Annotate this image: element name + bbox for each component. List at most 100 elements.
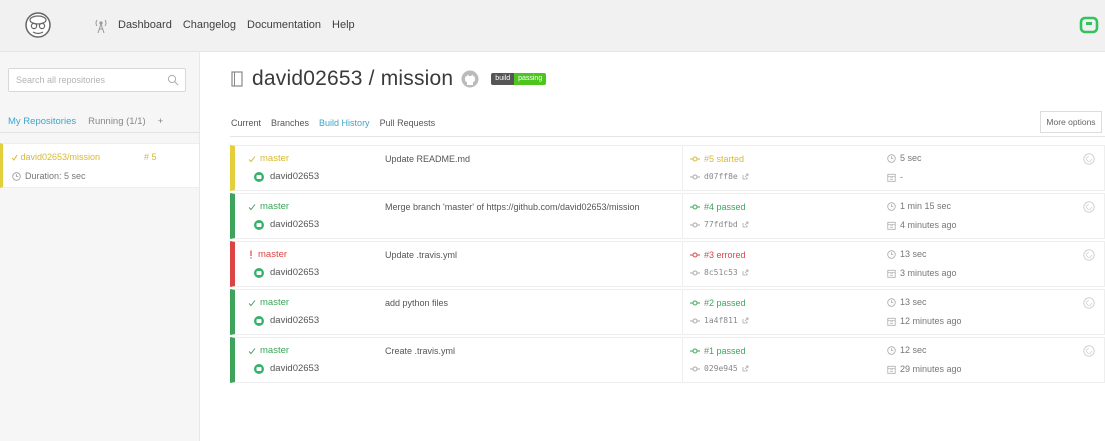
build-commit-message: Create .travis.yml [385,346,456,356]
tab-running[interactable]: Running (1/1) [88,116,146,127]
sidebar-repo-item[interactable]: david02653/mission # 5 Duration: 5 sec [0,143,199,188]
build-time-text: 29 minutes ago [900,364,962,374]
build-status[interactable]: #3 errored [690,250,746,260]
calendar-icon [887,269,896,278]
build-row[interactable]: master david02653 Create .travis.yml #1 … [230,337,1105,383]
build-commit[interactable]: d07ff8e [690,172,749,181]
sidebar-duration-text: Duration: 5 sec [25,171,86,181]
badge-label: build [491,73,515,85]
nav-documentation[interactable]: Documentation [247,19,321,31]
build-author: david02653 [254,171,319,182]
build-commit-sha: 8c51c53 [704,268,738,277]
commit-icon [690,300,700,306]
build-row[interactable]: master david02653 Update .travis.yml #3 … [230,241,1105,287]
nav-changelog[interactable]: Changelog [183,19,236,31]
avatar-icon [254,219,264,230]
restart-icon[interactable] [1083,345,1095,357]
clock-icon [12,171,21,181]
build-branch[interactable]: master [248,201,289,212]
tab-add-repository[interactable]: + [158,116,164,127]
external-link-icon[interactable] [742,317,749,324]
search-icon[interactable] [167,74,179,86]
search-input[interactable] [9,69,159,91]
sidebar-tabs: My Repositories Running (1/1) + [8,116,163,127]
calendar-icon [887,365,896,374]
build-status[interactable]: #4 passed [690,202,746,212]
main-nav: Dashboard Changelog Documentation Help [118,19,355,31]
commit-icon [690,252,700,258]
build-branch[interactable]: master [248,345,289,356]
external-link-icon[interactable] [742,269,749,276]
build-finished-time: 29 minutes ago [887,364,962,374]
build-branch-name: master [260,201,290,212]
github-icon[interactable] [461,70,479,88]
build-author-name: david02653 [270,171,320,182]
tab-pull-requests[interactable]: Pull Requests [380,118,436,128]
external-link-icon[interactable] [742,221,749,228]
build-duration-text: 13 sec [900,249,927,259]
build-commit[interactable]: 8c51c53 [690,268,749,277]
external-link-icon[interactable] [742,365,749,372]
travis-mascot-logo-icon[interactable] [24,11,52,39]
sidebar-repo-name[interactable]: david02653/mission [11,152,100,162]
commit-icon [690,174,700,179]
build-divider [682,290,683,334]
build-branch[interactable]: master [248,153,289,164]
build-status-badge[interactable]: build passing [491,73,547,85]
build-commit-sha: 1a4f811 [704,316,738,325]
avatar-icon [254,171,264,182]
sidebar-repo-name-text: david02653/mission [20,152,101,162]
build-branch[interactable]: master [248,297,289,308]
restart-icon[interactable] [1083,297,1095,309]
build-commit-message: Update .travis.yml [385,250,458,260]
check-icon [248,203,256,210]
more-options-button[interactable]: More options [1040,111,1102,133]
broadcast-antenna-icon[interactable] [94,18,108,34]
build-duration: 5 sec [887,153,922,163]
build-row[interactable]: master david02653 add python files #2 pa… [230,289,1105,335]
sidebar-build-number[interactable]: # 5 [144,152,157,162]
check-icon [248,347,256,354]
top-bar: Dashboard Changelog Documentation Help [0,0,1105,52]
tab-current[interactable]: Current [231,118,261,128]
build-commit-sha: 77fdfbd [704,220,738,229]
build-status[interactable]: #5 started [690,154,744,164]
build-divider [682,338,683,382]
build-row[interactable]: master david02653 Merge branch 'master' … [230,193,1105,239]
build-status[interactable]: #1 passed [690,346,746,356]
build-row[interactable]: master david02653 Update README.md #5 st… [230,145,1105,191]
build-status-text: #2 passed [704,298,746,308]
sidebar: My Repositories Running (1/1) + david026… [0,52,200,441]
build-finished-time: 4 minutes ago [887,220,957,230]
external-link-icon[interactable] [742,173,749,180]
avatar-icon [254,363,264,374]
tab-build-history[interactable]: Build History [319,118,370,128]
build-status[interactable]: #2 passed [690,298,746,308]
check-icon [248,155,256,162]
restart-icon[interactable] [1083,153,1095,165]
build-time-text: 12 minutes ago [900,316,962,326]
build-finished-time: - [887,172,903,182]
build-commit[interactable]: 029e945 [690,364,749,373]
profile-icon[interactable] [1079,15,1099,35]
build-author: david02653 [254,219,319,230]
nav-dashboard[interactable]: Dashboard [118,19,172,31]
tab-branches[interactable]: Branches [271,118,309,128]
build-duration-text: 12 sec [900,345,927,355]
build-author: david02653 [254,363,319,374]
build-time-text: 4 minutes ago [900,220,957,230]
build-status-text: #5 started [704,154,745,164]
restart-icon[interactable] [1083,249,1095,261]
nav-help[interactable]: Help [332,19,355,31]
tab-my-repositories[interactable]: My Repositories [8,116,76,127]
restart-icon[interactable] [1083,201,1095,213]
build-duration-text: 5 sec [900,153,922,163]
build-history-list: master david02653 Update README.md #5 st… [230,145,1105,385]
build-branch[interactable]: master [248,249,287,260]
search-box [8,68,186,92]
build-duration: 13 sec [887,297,927,307]
clock-icon [887,345,896,355]
build-duration: 13 sec [887,249,927,259]
build-commit[interactable]: 1a4f811 [690,316,749,325]
build-commit[interactable]: 77fdfbd [690,220,749,229]
